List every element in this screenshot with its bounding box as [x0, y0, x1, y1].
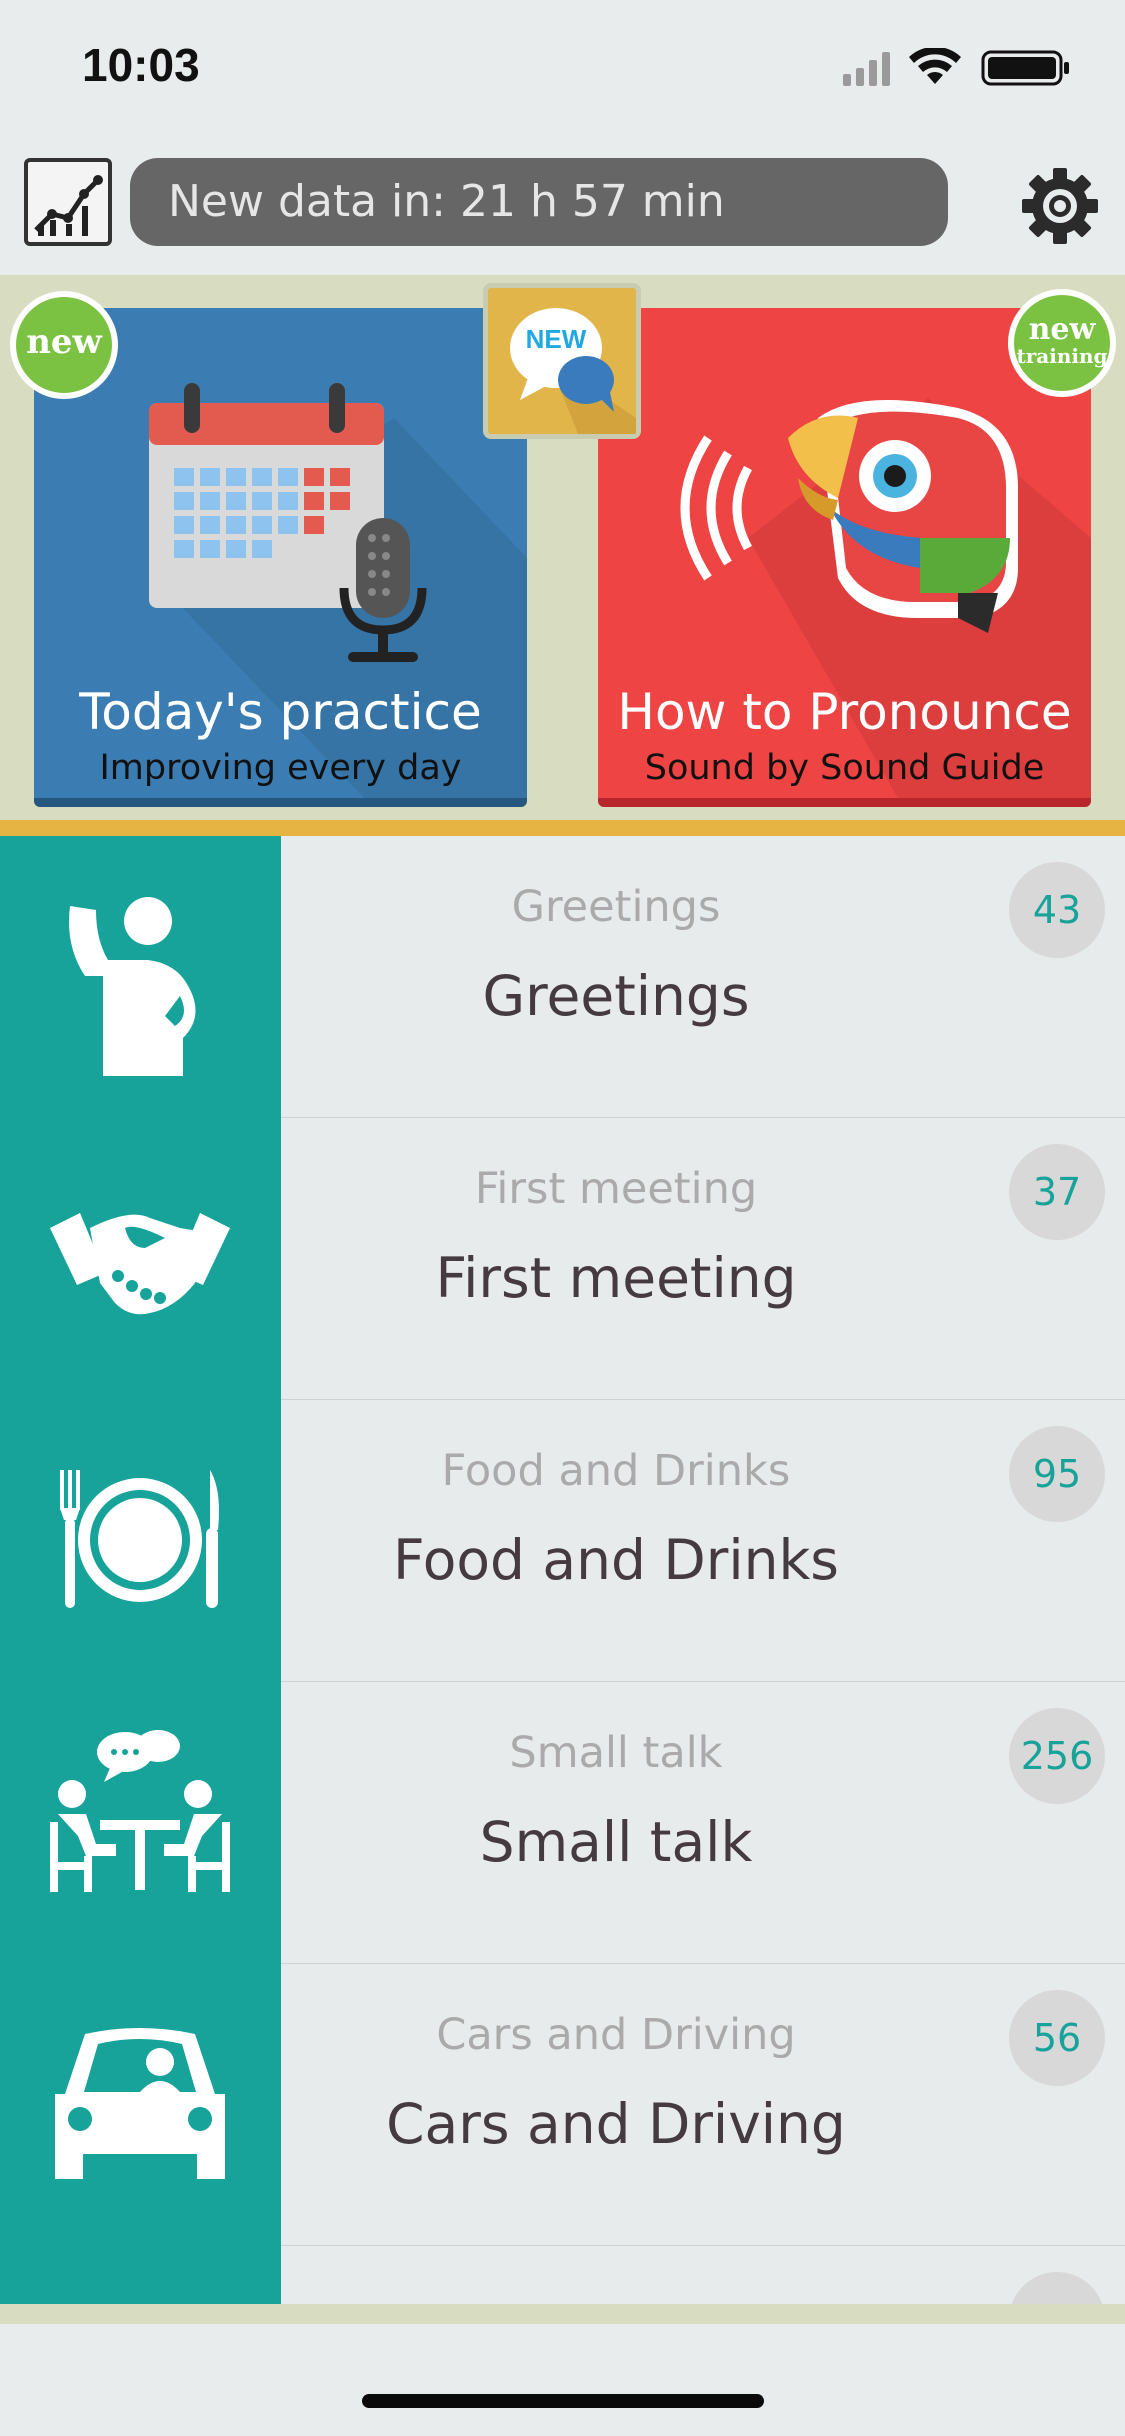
featured-section: Today's practice Improving every day new… — [0, 275, 1125, 820]
topic-text — [281, 2246, 1125, 2304]
status-bar: 10:03 — [0, 0, 1125, 140]
topic-subtitle: Cars and Driving — [436, 2010, 796, 2060]
topic-text: Food and Drinks Food and Drinks 95 — [281, 1400, 1125, 1681]
new-training-badge-line1: new — [1028, 312, 1096, 347]
topic-icon-cell — [0, 2246, 281, 2304]
new-chat-button[interactable]: NEW — [483, 283, 641, 439]
topic-row-partial[interactable] — [0, 2246, 1125, 2304]
topic-title: Food and Drinks — [393, 1528, 839, 1592]
new-training-badge-line2: training — [1016, 344, 1108, 368]
topic-icon-cell — [0, 836, 281, 1118]
chart-icon — [34, 175, 103, 236]
cellular-signal-icon — [843, 52, 890, 86]
new-data-countdown: New data in: 21 h 57 min — [130, 158, 948, 246]
topic-icon-cell — [0, 1118, 281, 1400]
topic-count-badge: 56 — [1009, 1990, 1105, 2086]
todays-practice-title: Today's practice — [79, 683, 482, 741]
top-bar: New data in: 21 h 57 min — [0, 140, 1125, 275]
statistics-button[interactable] — [24, 158, 112, 246]
divider — [0, 820, 1125, 836]
topic-subtitle: Food and Drinks — [441, 1446, 791, 1496]
how-to-pronounce-card[interactable]: How to Pronounce Sound by Sound Guide — [598, 308, 1091, 807]
how-to-pronounce-subtitle: Sound by Sound Guide — [644, 748, 1045, 788]
new-training-badge: new training — [1008, 289, 1116, 397]
todays-practice-card[interactable]: Today's practice Improving every day — [34, 308, 527, 807]
handshake-icon — [50, 1213, 230, 1315]
new-badge: new — [10, 291, 118, 399]
topic-text: Greetings Greetings 43 — [281, 836, 1125, 1117]
topic-count-badge: 37 — [1009, 1144, 1105, 1240]
settings-gear-icon[interactable] — [1020, 166, 1100, 246]
topic-row-greetings[interactable]: Greetings Greetings 43 — [0, 836, 1125, 1118]
topic-title: Greetings — [482, 964, 750, 1028]
how-to-pronounce-title: How to Pronounce — [617, 683, 1072, 741]
topic-title: Cars and Driving — [386, 2092, 846, 2156]
waving-person-icon — [69, 897, 196, 1076]
car-icon — [55, 2028, 225, 2179]
topic-icon-cell — [0, 1682, 281, 1964]
topic-subtitle: Small talk — [509, 1728, 723, 1778]
status-icons — [843, 48, 1069, 86]
conversation-icon — [50, 1730, 230, 1892]
todays-practice-subtitle: Improving every day — [99, 748, 462, 788]
topic-icon-cell — [0, 1964, 281, 2246]
topic-subtitle: Greetings — [511, 882, 721, 932]
topic-icon-cell — [0, 1400, 281, 1682]
chat-bubbles-icon: NEW — [510, 308, 636, 434]
topic-row-small-talk[interactable]: Small talk Small talk 256 — [0, 1682, 1125, 1964]
new-chat-label: NEW — [526, 324, 587, 354]
topic-title: Small talk — [479, 1810, 753, 1874]
topic-count-badge: 43 — [1009, 862, 1105, 958]
plate-cutlery-icon — [60, 1470, 219, 1608]
topics-list[interactable]: Greetings Greetings 43 First meeting Fir… — [0, 836, 1125, 2304]
topic-text: Cars and Driving Cars and Driving 56 — [281, 1964, 1125, 2245]
topic-subtitle: First meeting — [474, 1164, 758, 1214]
wifi-icon — [909, 48, 961, 84]
topic-row-cars-and-driving[interactable]: Cars and Driving Cars and Driving 56 — [0, 1964, 1125, 2246]
topic-row-food-and-drinks[interactable]: Food and Drinks Food and Drinks 95 — [0, 1400, 1125, 1682]
battery-icon — [981, 50, 1069, 86]
topic-text: Small talk Small talk 256 — [281, 1682, 1125, 1963]
topic-text: First meeting First meeting 37 — [281, 1118, 1125, 1399]
status-time: 10:03 — [82, 39, 200, 91]
topic-count-badge: 95 — [1009, 1426, 1105, 1522]
topic-title: First meeting — [435, 1246, 797, 1310]
topic-row-first-meeting[interactable]: First meeting First meeting 37 — [0, 1118, 1125, 1400]
topic-count-badge — [1009, 2272, 1105, 2304]
topic-count-badge: 256 — [1009, 1708, 1105, 1804]
bottom-strip — [0, 2304, 1125, 2324]
home-indicator[interactable] — [362, 2394, 764, 2408]
